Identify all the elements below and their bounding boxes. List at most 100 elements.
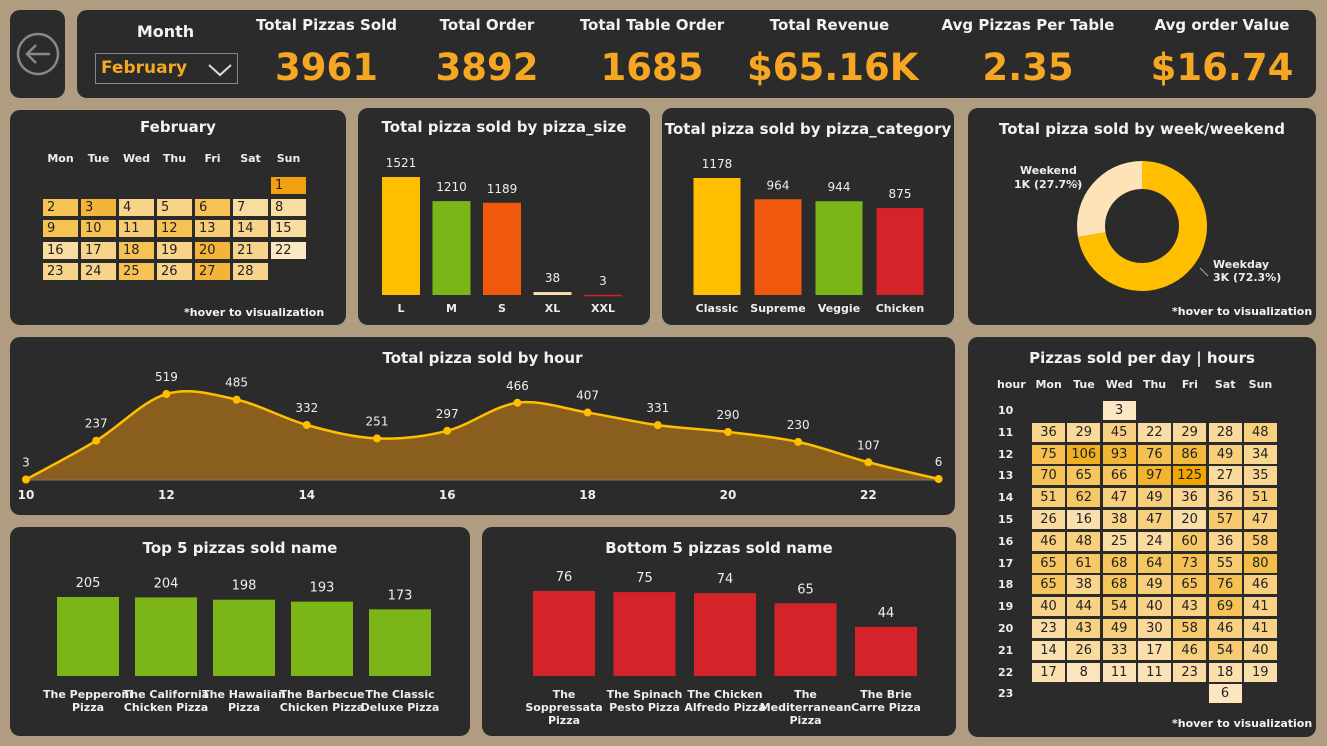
bar[interactable] bbox=[213, 599, 275, 676]
heatmap-cell[interactable]: 29 bbox=[1172, 421, 1208, 443]
heatmap-cell[interactable]: 65 bbox=[1031, 552, 1066, 574]
heatmap-cell[interactable]: 57 bbox=[1207, 509, 1243, 530]
heatmap-cell[interactable]: 27 bbox=[1207, 465, 1243, 487]
calendar-day[interactable]: 12 bbox=[156, 219, 193, 238]
heatmap-cell[interactable]: 69 bbox=[1207, 596, 1243, 618]
heatmap-cell[interactable]: 80 bbox=[1242, 552, 1278, 574]
heatmap-cell[interactable]: 70 bbox=[1031, 465, 1066, 487]
heatmap-cell[interactable]: 60 bbox=[1172, 530, 1208, 552]
bar[interactable] bbox=[855, 626, 917, 676]
heatmap-cell[interactable]: 51 bbox=[1031, 487, 1066, 509]
area-point[interactable] bbox=[653, 421, 662, 430]
heatmap-cell[interactable]: 22 bbox=[1136, 421, 1172, 443]
heatmap-cell[interactable]: 43 bbox=[1066, 618, 1102, 639]
calendar-day[interactable]: 3 bbox=[80, 197, 117, 217]
heatmap-cell[interactable]: 11 bbox=[1136, 661, 1172, 683]
heatmap-cell[interactable]: 64 bbox=[1136, 552, 1172, 574]
heatmap-cell[interactable]: 49 bbox=[1136, 487, 1172, 509]
heatmap-cell[interactable]: 45 bbox=[1101, 421, 1137, 443]
area-point[interactable] bbox=[302, 420, 311, 429]
bar[interactable] bbox=[693, 178, 741, 295]
heatmap-cell[interactable]: 66 bbox=[1101, 465, 1137, 487]
heatmap-cell[interactable]: 17 bbox=[1031, 661, 1066, 683]
heatmap-cell[interactable]: 65 bbox=[1031, 574, 1066, 596]
calendar-day[interactable]: 25 bbox=[118, 262, 155, 281]
heatmap-cell[interactable]: 38 bbox=[1066, 574, 1102, 596]
heatmap-cell[interactable]: 75 bbox=[1031, 443, 1066, 465]
calendar-day[interactable]: 19 bbox=[156, 240, 193, 260]
heatmap-cell[interactable]: 46 bbox=[1242, 574, 1278, 596]
heatmap-cell[interactable]: 17 bbox=[1136, 639, 1172, 661]
heatmap-cell[interactable]: 106 bbox=[1066, 443, 1102, 465]
calendar-day[interactable]: 6 bbox=[194, 197, 231, 217]
heatmap-cell[interactable]: 76 bbox=[1136, 443, 1172, 465]
calendar-day[interactable]: 15 bbox=[270, 219, 307, 238]
heatmap-cell[interactable]: 33 bbox=[1101, 639, 1137, 661]
heatmap-cell[interactable]: 65 bbox=[1066, 465, 1102, 487]
bar[interactable] bbox=[774, 603, 837, 676]
bar[interactable] bbox=[754, 199, 802, 295]
heatmap-cell[interactable]: 41 bbox=[1242, 618, 1278, 639]
calendar-day[interactable]: 26 bbox=[156, 262, 193, 281]
area-point[interactable] bbox=[22, 475, 30, 484]
area-point[interactable] bbox=[92, 436, 101, 445]
heatmap-cell[interactable]: 28 bbox=[1207, 421, 1243, 443]
calendar-day[interactable]: 7 bbox=[232, 197, 269, 217]
calendar-day[interactable]: 20 bbox=[194, 240, 231, 260]
heatmap-cell[interactable]: 49 bbox=[1207, 443, 1243, 465]
heatmap-cell[interactable]: 58 bbox=[1172, 618, 1208, 639]
calendar-day[interactable]: 14 bbox=[232, 219, 269, 238]
heatmap-cell[interactable]: 46 bbox=[1031, 530, 1066, 552]
heatmap-cell[interactable]: 58 bbox=[1242, 530, 1278, 552]
calendar-day[interactable]: 17 bbox=[80, 240, 117, 260]
calendar-day[interactable]: 24 bbox=[80, 262, 117, 281]
heatmap-cell[interactable]: 49 bbox=[1136, 574, 1172, 596]
heatmap-cell[interactable]: 47 bbox=[1242, 509, 1278, 530]
heatmap-cell[interactable]: 41 bbox=[1242, 596, 1278, 618]
bar[interactable] bbox=[57, 597, 119, 676]
bar[interactable] bbox=[533, 591, 595, 676]
bar[interactable] bbox=[613, 592, 676, 676]
heatmap-cell[interactable]: 26 bbox=[1031, 509, 1066, 530]
heatmap-cell[interactable]: 24 bbox=[1136, 530, 1172, 552]
heatmap-cell[interactable]: 49 bbox=[1101, 618, 1137, 639]
bar[interactable] bbox=[432, 201, 471, 295]
heatmap-cell[interactable]: 8 bbox=[1066, 661, 1102, 683]
heatmap-cell[interactable]: 97 bbox=[1136, 465, 1172, 487]
area-point[interactable] bbox=[513, 398, 522, 407]
heatmap-cell[interactable]: 38 bbox=[1101, 509, 1137, 530]
back-arrow-icon[interactable] bbox=[10, 10, 65, 98]
calendar-day[interactable]: 21 bbox=[232, 240, 269, 260]
heatmap-cell[interactable]: 36 bbox=[1207, 487, 1243, 509]
bar[interactable] bbox=[533, 292, 572, 295]
heatmap-cell[interactable]: 47 bbox=[1136, 509, 1172, 530]
area-point[interactable] bbox=[724, 427, 732, 436]
calendar-day[interactable]: 22 bbox=[270, 240, 307, 260]
heatmap-cell[interactable]: 30 bbox=[1136, 618, 1172, 639]
area-point[interactable] bbox=[794, 437, 803, 446]
calendar-day[interactable]: 9 bbox=[42, 219, 79, 238]
heatmap-cell[interactable]: 34 bbox=[1242, 443, 1278, 465]
heatmap-cell[interactable]: 125 bbox=[1172, 465, 1208, 487]
heatmap-cell[interactable]: 48 bbox=[1066, 530, 1102, 552]
calendar-day[interactable]: 23 bbox=[42, 262, 79, 281]
heatmap-cell[interactable]: 48 bbox=[1242, 421, 1278, 443]
heatmap-cell[interactable]: 76 bbox=[1207, 574, 1243, 596]
calendar-day[interactable]: 13 bbox=[194, 219, 231, 238]
heatmap-cell[interactable]: 36 bbox=[1207, 530, 1243, 552]
heatmap-cell[interactable]: 35 bbox=[1242, 465, 1278, 487]
heatmap-cell[interactable]: 47 bbox=[1101, 487, 1137, 509]
month-dropdown[interactable]: February bbox=[95, 53, 238, 84]
area-point[interactable] bbox=[162, 390, 171, 398]
calendar-day[interactable]: 16 bbox=[42, 240, 79, 260]
calendar-day[interactable]: 11 bbox=[118, 219, 155, 238]
heatmap-cell[interactable]: 61 bbox=[1066, 552, 1102, 574]
heatmap-cell[interactable]: 46 bbox=[1172, 639, 1208, 661]
area-point[interactable] bbox=[583, 408, 592, 417]
heatmap-cell[interactable]: 29 bbox=[1066, 421, 1102, 443]
area-point[interactable] bbox=[373, 434, 381, 443]
area-point[interactable] bbox=[934, 475, 943, 484]
bar[interactable] bbox=[369, 609, 431, 676]
heatmap-cell[interactable]: 68 bbox=[1101, 574, 1137, 596]
calendar-day[interactable]: 1 bbox=[270, 176, 307, 195]
